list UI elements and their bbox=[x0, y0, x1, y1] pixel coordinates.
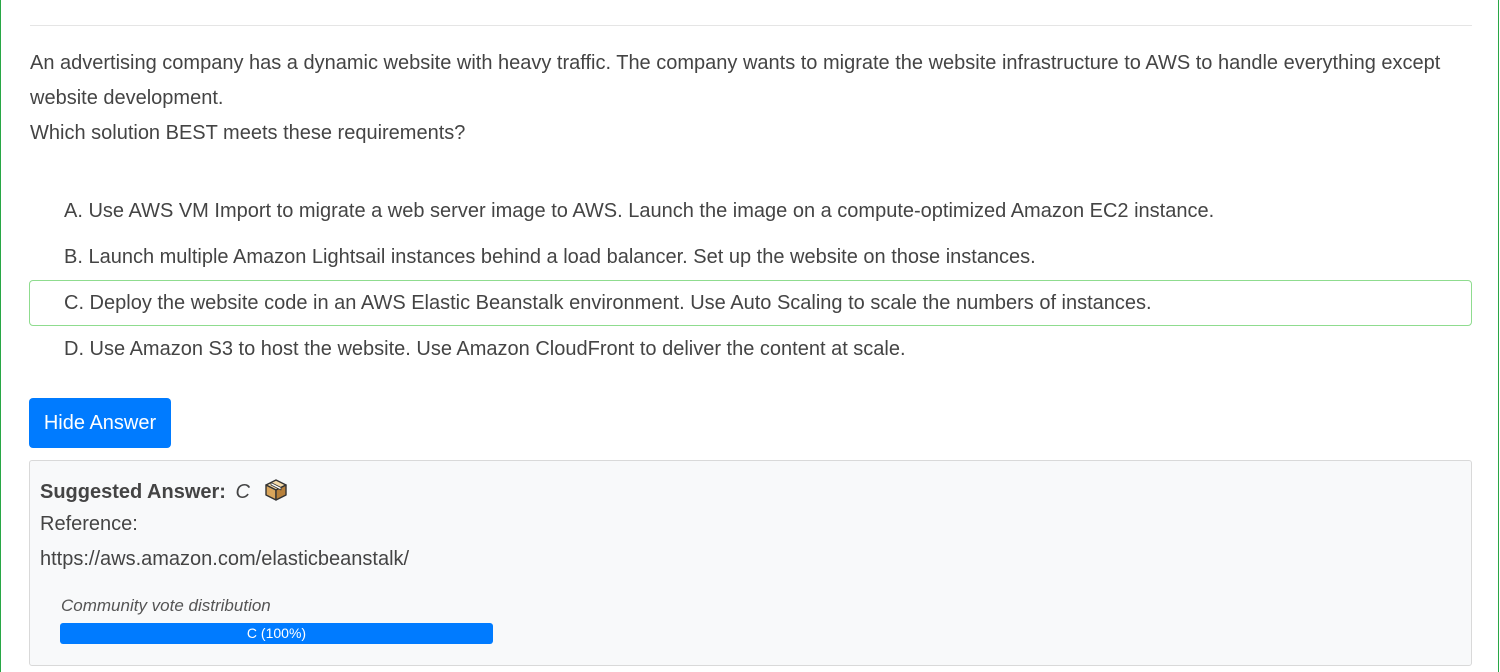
vote-progress-fill: C (100%) bbox=[60, 623, 493, 644]
question-prompt: Which solution BEST meets these requirem… bbox=[30, 122, 466, 144]
answer-panel: Suggested Answer: C Reference: https://a… bbox=[29, 460, 1472, 666]
box-icon[interactable] bbox=[264, 478, 288, 502]
reference-label: Reference: bbox=[40, 513, 138, 535]
hide-answer-button[interactable]: Hide Answer bbox=[29, 398, 171, 448]
choice-a[interactable]: A. Use AWS VM Import to migrate a web se… bbox=[29, 188, 1472, 234]
suggested-answer: Suggested Answer: C bbox=[40, 478, 288, 504]
vote-distribution-title: Community vote distribution bbox=[61, 596, 271, 615]
question-text: An advertising company has a dynamic web… bbox=[30, 52, 1441, 109]
question-body: An advertising company has a dynamic web… bbox=[30, 46, 1470, 151]
choice-b[interactable]: B. Launch multiple Amazon Lightsail inst… bbox=[29, 234, 1472, 280]
vote-progress-bar: C (100%) bbox=[60, 623, 493, 644]
choice-c[interactable]: C. Deploy the website code in an AWS Ela… bbox=[29, 280, 1472, 326]
suggested-answer-value: C bbox=[235, 481, 250, 503]
choices-list: A. Use AWS VM Import to migrate a web se… bbox=[29, 188, 1472, 372]
choice-d[interactable]: D. Use Amazon S3 to host the website. Us… bbox=[29, 326, 1472, 372]
reference-url: https://aws.amazon.com/elasticbeanstalk/ bbox=[40, 548, 410, 570]
divider bbox=[30, 25, 1472, 26]
suggested-answer-label: Suggested Answer: bbox=[40, 481, 226, 503]
